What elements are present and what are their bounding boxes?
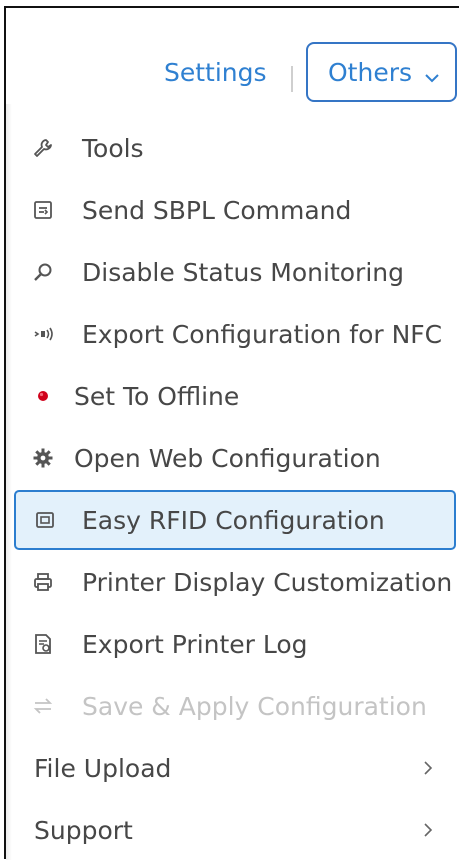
menu-item-disable-status-monitoring[interactable]: Disable Status Monitoring [8,242,453,302]
menu-item-label: Open Web Configuration [74,443,381,473]
menu-item-label: Send SBPL Command [82,195,352,225]
menu-item-send-sbpl-command[interactable]: Send SBPL Command [8,180,453,240]
header-bar: Settings Others [6,8,459,108]
menu-item-set-to-offline[interactable]: Set To Offline [8,366,453,426]
menu-item-save-apply-configuration: Save & Apply Configuration [8,676,453,736]
menu-item-label: Export Configuration for NFC [82,319,443,349]
wrench-icon [32,137,54,159]
chevron-down-icon [423,64,441,83]
gear-icon [32,447,54,469]
menu-item-export-printer-log[interactable]: Export Printer Log [8,614,453,674]
sync-icon [32,695,54,717]
chevron-right-icon [421,821,435,839]
menu-item-printer-display-customization[interactable]: Printer Display Customization [8,552,453,612]
others-menu-panel: Settings Others Tools Send SBPL Command [4,6,459,860]
command-icon [32,199,54,221]
others-button-label: Others [328,57,413,87]
menu-item-label: Printer Display Customization [82,567,453,597]
others-dropdown-button[interactable]: Others [306,42,457,102]
menu-item-support[interactable]: Support [8,800,453,860]
nfc-icon [32,323,54,345]
log-icon [32,633,54,655]
menu-item-label: Set To Offline [74,381,240,411]
menu-item-label: Disable Status Monitoring [82,257,404,287]
header-divider [291,66,293,92]
menu-item-label: Support [34,815,133,845]
menu-item-label: Export Printer Log [82,629,308,659]
menu-item-label: Save & Apply Configuration [82,691,427,721]
menu-item-tools[interactable]: Tools [8,118,453,178]
red-dot-icon [32,385,54,407]
rfid-icon [34,509,56,531]
printer-icon [32,571,54,593]
menu-item-label: Easy RFID Configuration [82,505,385,535]
menu-item-export-configuration-nfc[interactable]: Export Configuration for NFC [8,304,453,364]
menu-item-label: Tools [82,133,144,163]
menu-item-easy-rfid-configuration[interactable]: Easy RFID Configuration [14,490,456,550]
settings-link[interactable]: Settings [164,58,267,87]
search-icon [32,261,54,283]
menu-item-file-upload[interactable]: File Upload [8,738,453,798]
menu-item-label: File Upload [34,753,172,783]
chevron-right-icon [421,759,435,777]
menu-item-open-web-configuration[interactable]: Open Web Configuration [8,428,453,488]
